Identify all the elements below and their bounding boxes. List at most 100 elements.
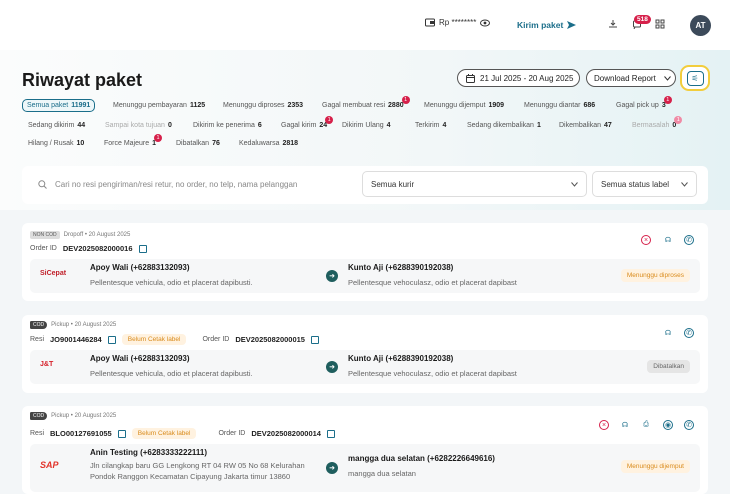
- sender-address: Jln cilangkap baru GG Lengkong RT 04 RW …: [90, 461, 305, 481]
- chip-count: 4: [442, 122, 447, 129]
- notification-badge: 518: [634, 15, 651, 24]
- label-status-select[interactable]: Semua status label: [592, 171, 697, 197]
- download-icon[interactable]: [606, 17, 620, 31]
- location-icon[interactable]: ◉: [663, 420, 673, 430]
- order-card[interactable]: COD Pickup • 20 August 2025 Resi JO90014…: [22, 315, 708, 393]
- chip-count: 2818: [282, 140, 299, 147]
- grid-menu-icon[interactable]: [653, 17, 667, 31]
- chip-label: Menunggu diantar: [524, 102, 581, 109]
- filter-button[interactable]: ⚟: [680, 65, 710, 91]
- copy-icon[interactable]: [138, 244, 147, 253]
- courier-select-value: Semua kurir: [371, 179, 415, 189]
- send-icon: [567, 21, 577, 29]
- chip-dikirim-ulang[interactable]: Dikirim Ulang 4: [342, 122, 391, 129]
- chip-count: 2880: [388, 102, 404, 109]
- order-card[interactable]: COD Pickup • 20 August 2025 Resi BLO0012…: [22, 406, 708, 494]
- arrow-right-icon: ➜: [326, 361, 338, 373]
- receiver-address: mangga dua selatan: [348, 469, 416, 478]
- shipment-detail: SiCepat Apoy Wali (+62883132093) Pellent…: [30, 259, 700, 293]
- cod-tag: COD: [30, 412, 48, 420]
- chip-label: Dikirim Ulang: [342, 122, 384, 129]
- order-id-label: Order ID: [30, 245, 57, 252]
- whatsapp-icon[interactable]: ✆: [684, 420, 694, 430]
- chip-menunggu-pembayaran[interactable]: Menunggu pembayaran 1125: [113, 102, 205, 109]
- chip-kedaluwarsa[interactable]: Kedaluwarsa 2818: [239, 140, 298, 147]
- chip-menunggu-diproses[interactable]: Menunggu diproses 2353: [223, 102, 303, 109]
- copy-icon[interactable]: [326, 429, 335, 438]
- sender: Apoy Wali (+62883132093) Pellentesque ve…: [90, 354, 253, 379]
- headset-icon[interactable]: ☊: [620, 420, 630, 430]
- date-range-label: 21 Jul 2025 - 20 Aug 2025: [480, 73, 574, 83]
- receiver: Kunto Aji (+6288390192038) Pellentesque …: [348, 263, 517, 288]
- whatsapp-icon[interactable]: ✆: [684, 235, 694, 245]
- copy-icon[interactable]: [310, 335, 319, 344]
- headset-icon[interactable]: ☊: [663, 235, 673, 245]
- kirim-paket-label: Kirim paket: [517, 20, 564, 30]
- search-placeholder: Cari no resi pengiriman/resi retur, no o…: [55, 179, 298, 189]
- chip-gagal-kirim[interactable]: Gagal kirim 24 1: [281, 116, 334, 129]
- sender: Apoy Wali (+62883132093) Pellentesque ve…: [90, 263, 253, 288]
- search-icon: [38, 179, 47, 189]
- chip-label: Bermasalah: [632, 122, 670, 129]
- chip-label: Sampai kota tujuan: [105, 122, 165, 129]
- chevron-down-icon: [681, 181, 688, 187]
- copy-icon[interactable]: [117, 429, 126, 438]
- order-id-line: Resi BLO00127691055 Belum Cetak label Or…: [30, 428, 335, 439]
- chip-label: Force Majeure: [104, 140, 150, 147]
- download-report-label: Download Report: [594, 73, 656, 83]
- chip-label: Gagal kirim: [281, 122, 317, 129]
- chip-gagal-pick-up[interactable]: Gagal pick up 3 1: [616, 96, 672, 109]
- eye-icon[interactable]: [480, 19, 491, 27]
- balance-value: Rp ********: [439, 18, 477, 27]
- chip-menunggu-dijemput[interactable]: Menunggu dijemput 1909: [424, 102, 504, 109]
- order-meta-text: Pickup • 20 August 2025: [51, 322, 117, 328]
- sender-address: Pellentesque vehicula, odio et placerat …: [90, 278, 253, 287]
- printer-icon[interactable]: ⎙: [641, 420, 651, 430]
- chip-count: 76: [212, 140, 220, 147]
- chip-label: Dikirim ke penerima: [193, 122, 255, 129]
- chip-menunggu-diantar[interactable]: Menunggu diantar 686: [524, 102, 595, 109]
- copy-icon[interactable]: [107, 335, 116, 344]
- receiver-address: Pellentesque vehoculasz, odio et placera…: [348, 278, 517, 287]
- chip-label: Semua paket: [27, 102, 69, 109]
- avatar[interactable]: AT: [690, 15, 711, 36]
- cancel-icon[interactable]: ×: [599, 420, 609, 430]
- courier-logo: J&T: [40, 361, 54, 368]
- courier-select[interactable]: Semua kurir: [362, 171, 587, 197]
- cancel-icon[interactable]: ×: [641, 235, 651, 245]
- chip-count: 47: [604, 122, 612, 129]
- chip-sampai-kota-tujuan[interactable]: Sampai kota tujuan 0: [105, 122, 172, 129]
- download-report-button[interactable]: Download Report: [586, 69, 676, 87]
- chip-dikirim-ke-penerima[interactable]: Dikirim ke penerima 6: [193, 122, 262, 129]
- search-bar: Cari no resi pengiriman/resi retur, no o…: [22, 166, 708, 204]
- chip-label: Sedang dikembalikan: [467, 122, 534, 129]
- chip-dikembalikan[interactable]: Dikembalikan 47: [559, 122, 612, 129]
- resi-label: Resi: [30, 430, 45, 437]
- date-range-button[interactable]: 21 Jul 2025 - 20 Aug 2025: [457, 69, 580, 87]
- chip-dibatalkan[interactable]: Dibatalkan 76: [176, 140, 220, 147]
- balance-display[interactable]: Rp ********: [425, 18, 491, 27]
- chip-sedang-dikirim[interactable]: Sedang dikirim 44: [28, 122, 85, 129]
- search-input[interactable]: Cari no resi pengiriman/resi retur, no o…: [32, 171, 372, 197]
- receiver-address: Pellentesque vehoculasz, odio et placera…: [348, 369, 517, 378]
- chip-force-majeure[interactable]: Force Majeure 1 1: [104, 134, 163, 147]
- label-status-badge: Belum Cetak label: [131, 428, 197, 439]
- chip-badge: 1: [154, 134, 163, 142]
- chip-label: Sedang dikirim: [28, 122, 75, 129]
- chip-gagal-membuat-resi[interactable]: Gagal membuat resi 2880 1: [322, 96, 410, 109]
- courier-logo: SiCepat: [40, 270, 67, 277]
- order-card[interactable]: NON COD Dropoff • 20 August 2025 Order I…: [22, 223, 708, 301]
- order-meta: COD Pickup • 20 August 2025: [30, 412, 116, 420]
- chip-terkirim[interactable]: Terkirim 4: [415, 122, 446, 129]
- status-badge: Menunggu dijemput: [620, 460, 690, 473]
- chip-bermasalah[interactable]: Bermasalah 0 1: [632, 116, 683, 129]
- kirim-paket-button[interactable]: Kirim paket: [517, 20, 577, 30]
- headset-icon[interactable]: ☊: [663, 328, 673, 338]
- arrow-right-icon: ➜: [326, 462, 338, 474]
- chip-badge: 1: [663, 96, 672, 104]
- chip-hilang-rusak[interactable]: Hilang / Rusak 10: [28, 140, 84, 147]
- whatsapp-icon[interactable]: ✆: [684, 328, 694, 338]
- chip-semua-paket[interactable]: Semua paket 11991: [22, 99, 96, 112]
- sender-name: Anin Testing (+6283333222111): [90, 448, 208, 457]
- chip-sedang-dikembalikan[interactable]: Sedang dikembalikan 1: [467, 122, 541, 129]
